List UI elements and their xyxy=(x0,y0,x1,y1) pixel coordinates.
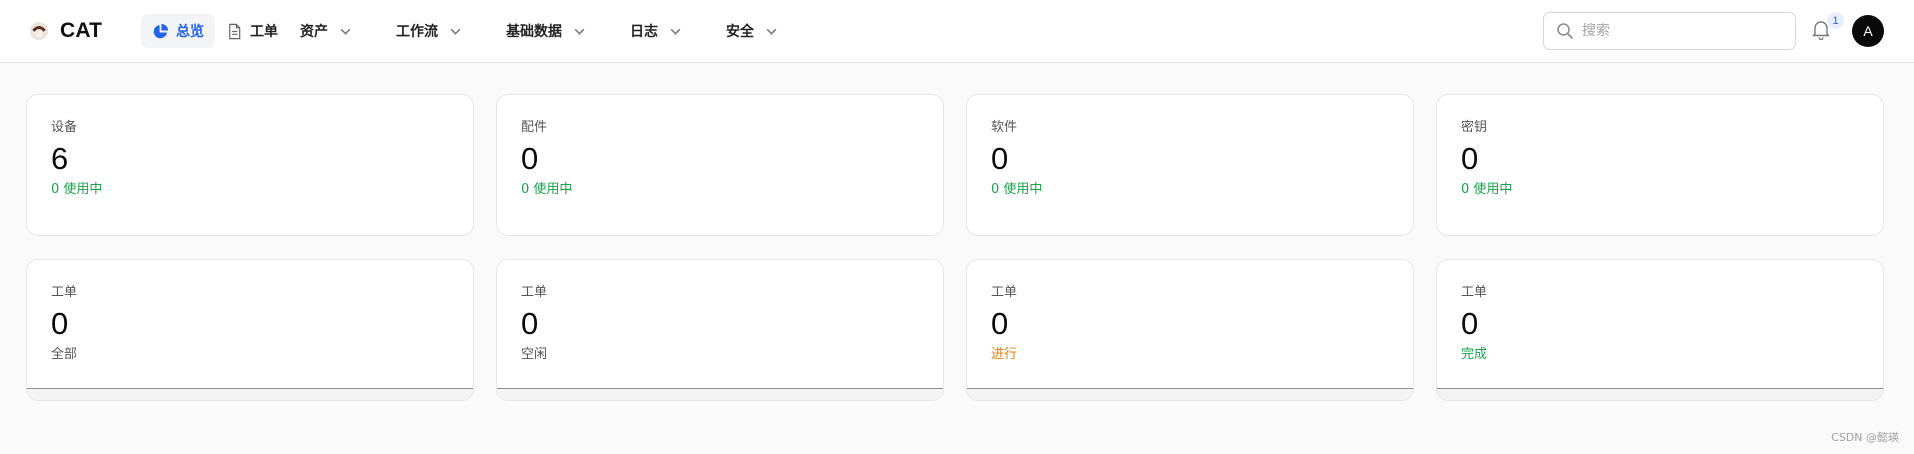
ticket-progress-bar xyxy=(1437,388,1883,400)
card-value: 0 xyxy=(521,141,539,176)
card-sub: 0 使用中 xyxy=(991,182,1043,197)
nav-label: 日志 xyxy=(630,24,658,40)
nav-security[interactable]: 安全 xyxy=(715,14,789,48)
watermark: CSDN @懿瑛 xyxy=(1831,431,1899,444)
card-sub: 0 使用中 xyxy=(51,182,103,197)
user-avatar[interactable]: A xyxy=(1852,15,1884,47)
card-label: 工单 xyxy=(521,285,548,300)
card-value: 6 xyxy=(51,141,69,176)
card-label: 工单 xyxy=(1461,285,1488,300)
nav-label: 总览 xyxy=(176,24,204,40)
nav-workflow[interactable]: 工作流 xyxy=(385,14,473,48)
brand-name: CAT xyxy=(60,19,103,42)
ticket-card-idle[interactable]: 工单 0 空闲 xyxy=(496,259,944,401)
card-sub: 0 使用中 xyxy=(521,182,573,197)
card-sub: 空闲 xyxy=(521,347,548,362)
nav-label: 资产 xyxy=(300,24,328,40)
card-label: 设备 xyxy=(51,120,78,135)
search-box[interactable] xyxy=(1543,12,1796,50)
stat-card-devices[interactable]: 设备 6 0 使用中 xyxy=(26,94,474,236)
card-sub: 进行 xyxy=(991,347,1018,362)
notification-badge: 1 xyxy=(1827,12,1844,29)
chevron-down-icon xyxy=(450,28,461,35)
card-value: 0 xyxy=(991,306,1009,341)
chevron-down-icon xyxy=(766,28,777,35)
dashboard-grid: 设备 6 0 使用中 配件 0 0 使用中 软件 0 0 使用中 密钥 0 0 … xyxy=(26,94,1884,401)
ticket-card-done[interactable]: 工单 0 完成 xyxy=(1436,259,1884,401)
card-label: 软件 xyxy=(991,120,1018,135)
search-input[interactable] xyxy=(1582,23,1782,39)
card-value: 0 xyxy=(1461,306,1479,341)
card-sub: 全部 xyxy=(51,347,78,362)
nav-label: 工单 xyxy=(250,24,278,40)
card-label: 密钥 xyxy=(1461,120,1488,135)
nav-label: 基础数据 xyxy=(506,24,562,40)
nav-overview[interactable]: 总览 xyxy=(141,14,215,48)
card-label: 工单 xyxy=(51,285,78,300)
nav-label: 安全 xyxy=(726,24,754,40)
chevron-down-icon xyxy=(574,28,585,35)
chevron-down-icon xyxy=(670,28,681,35)
card-value: 0 xyxy=(51,306,69,341)
notifications-button[interactable]: 1 xyxy=(1810,12,1844,44)
chevron-down-icon xyxy=(340,28,351,35)
card-sub: 完成 xyxy=(1461,347,1488,362)
ticket-card-all[interactable]: 工单 0 全部 xyxy=(26,259,474,401)
brand[interactable]: CAT xyxy=(28,0,102,62)
ticket-progress-bar xyxy=(497,388,943,400)
nav-base-data[interactable]: 基础数据 xyxy=(495,14,597,48)
nav-tickets[interactable]: 工单 xyxy=(215,14,289,48)
card-sub: 0 使用中 xyxy=(1461,182,1513,197)
top-navbar: CAT 总览 工单 资产 工作流 基础数据 日志 安全 搜索 1 A xyxy=(0,0,1914,63)
card-value: 0 xyxy=(991,141,1009,176)
nav-assets[interactable]: 资产 xyxy=(289,14,363,48)
card-value: 0 xyxy=(521,306,539,341)
ticket-progress-bar xyxy=(27,388,473,400)
document-icon xyxy=(229,23,241,39)
ticket-card-in-progress[interactable]: 工单 0 进行 xyxy=(966,259,1414,401)
ticket-progress-bar xyxy=(967,388,1413,400)
main-nav: 总览 工单 资产 工作流 基础数据 日志 安全 xyxy=(141,14,789,48)
nav-label: 工作流 xyxy=(396,24,438,40)
card-label: 配件 xyxy=(521,120,548,135)
stat-card-keys[interactable]: 密钥 0 0 使用中 xyxy=(1436,94,1884,236)
stat-card-software[interactable]: 软件 0 0 使用中 xyxy=(966,94,1414,236)
search-icon xyxy=(1557,23,1573,39)
stat-card-accessories[interactable]: 配件 0 0 使用中 xyxy=(496,94,944,236)
card-value: 0 xyxy=(1461,141,1479,176)
pie-chart-icon xyxy=(153,23,169,38)
nav-logs[interactable]: 日志 xyxy=(619,14,693,48)
cat-logo-icon xyxy=(30,22,48,40)
card-label: 工单 xyxy=(991,285,1018,300)
